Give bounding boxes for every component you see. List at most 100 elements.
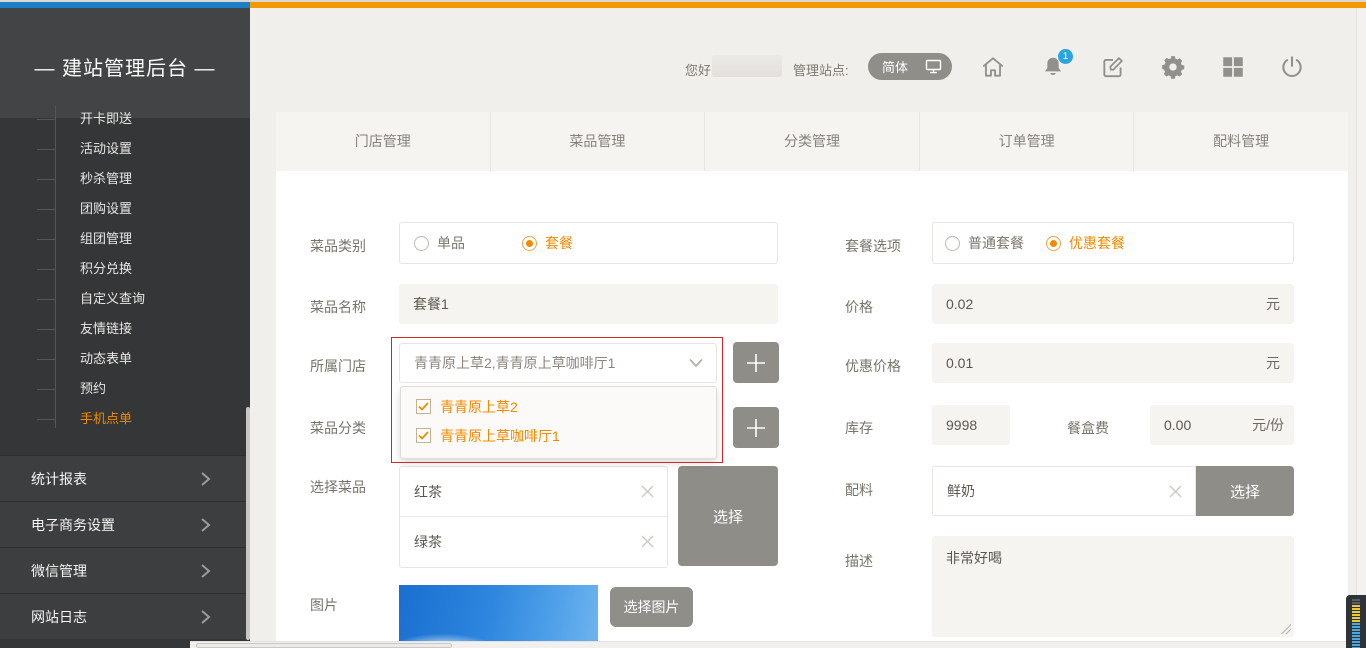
notifications-button[interactable]: 1 xyxy=(1040,54,1066,80)
radio-label: 优惠套餐 xyxy=(1069,233,1125,253)
discount-price-input[interactable]: 0.01元 xyxy=(932,343,1294,383)
radio-option[interactable]: 普通套餐 xyxy=(945,233,1024,253)
clear-icon[interactable] xyxy=(640,484,655,499)
sidebar-item[interactable]: 活动设置 xyxy=(0,134,250,164)
tab[interactable]: 门店管理 xyxy=(276,112,491,171)
select-dishes-button[interactable]: 选择 xyxy=(678,466,778,566)
sidebar-item[interactable]: 手机点单 xyxy=(0,404,250,434)
horizontal-scrollbar-thumb[interactable] xyxy=(196,643,452,648)
sidebar-section[interactable]: 统计报表 xyxy=(0,455,250,501)
sidebar-item[interactable]: 秒杀管理 xyxy=(0,164,250,194)
sidebar-sections: 统计报表 电子商务设置 微信管理 网站日志 xyxy=(0,455,250,639)
clear-icon[interactable] xyxy=(1168,484,1183,499)
field-label-description: 描述 xyxy=(845,551,873,571)
meter-segment xyxy=(1352,599,1360,601)
ingredient-input[interactable]: 鲜奶 xyxy=(932,466,1196,516)
sidebar-section[interactable]: 微信管理 xyxy=(0,547,250,593)
select-image-button[interactable]: 选择图片 xyxy=(610,587,693,627)
store-select[interactable]: 青青原上草2,青青原上草咖啡厅1 xyxy=(399,343,717,383)
radio-icon xyxy=(522,236,537,251)
logout-button[interactable] xyxy=(1279,54,1305,80)
dish-image-preview xyxy=(399,585,598,648)
tab[interactable]: 菜品管理 xyxy=(491,112,706,171)
home-icon xyxy=(980,54,1006,80)
add-classify-button[interactable] xyxy=(733,407,779,448)
checkbox-checked-icon xyxy=(416,428,431,443)
store-option-label: 青青原上草2 xyxy=(440,397,518,417)
dish-list: 红茶 绿茶 xyxy=(399,466,668,568)
monitor-icon xyxy=(925,59,942,74)
vertical-scrollbar[interactable] xyxy=(1356,8,1366,648)
app-window: — 建站管理后台 — 开卡即送 活动设置 秒杀管理 团购设置 组团管理 积分兑换… xyxy=(0,0,1366,648)
dish-value: 绿茶 xyxy=(414,534,442,550)
sidebar-item[interactable]: 积分兑换 xyxy=(0,254,250,284)
select-ingredient-button[interactable]: 选择 xyxy=(1196,466,1294,516)
sidebar-section[interactable]: 电子商务设置 xyxy=(0,501,250,547)
radio-option[interactable]: 优惠套餐 xyxy=(1046,233,1125,253)
resize-handle-icon[interactable] xyxy=(1281,624,1291,634)
plus-icon xyxy=(744,351,768,375)
add-store-button[interactable] xyxy=(733,342,779,383)
field-label-category: 菜品类别 xyxy=(310,236,366,256)
tab[interactable]: 订单管理 xyxy=(920,112,1135,171)
extension-meter-widget xyxy=(1346,595,1366,648)
sidebar-item[interactable]: 预约 xyxy=(0,374,250,404)
store-dropdown-panel: 青青原上草2 青青原上草咖啡厅1 xyxy=(400,386,717,459)
clear-icon[interactable] xyxy=(640,534,655,549)
boxfee-unit: 元/份 xyxy=(1252,405,1284,445)
plus-icon xyxy=(744,416,768,440)
home-button[interactable] xyxy=(980,54,1006,80)
edit-button[interactable] xyxy=(1100,54,1126,80)
sidebar-section-label: 网站日志 xyxy=(31,609,87,625)
sidebar-item[interactable]: 组团管理 xyxy=(0,224,250,254)
dish-row[interactable]: 绿茶 xyxy=(400,517,667,567)
sidebar-item[interactable]: 开卡即送 xyxy=(0,104,250,134)
radio-icon xyxy=(414,236,429,251)
language-switch-button[interactable]: 简体 xyxy=(868,53,952,80)
store-option[interactable]: 青青原上草咖啡厅1 xyxy=(401,421,716,450)
sidebar-item-label: 组团管理 xyxy=(80,231,132,246)
dish-row[interactable]: 红茶 xyxy=(400,467,667,517)
price-unit: 元 xyxy=(1266,284,1280,324)
tab-label: 配料管理 xyxy=(1213,133,1269,149)
field-label-combo: 套餐选项 xyxy=(845,236,901,256)
dish-name-input[interactable]: 套餐1 xyxy=(399,284,778,324)
price-input[interactable]: 0.02元 xyxy=(932,284,1294,324)
tab[interactable]: 分类管理 xyxy=(705,112,920,171)
sidebar-item[interactable]: 动态表单 xyxy=(0,344,250,374)
tab[interactable]: 配料管理 xyxy=(1134,112,1348,171)
field-label-discount: 优惠价格 xyxy=(845,356,901,376)
meter-segment xyxy=(1352,611,1360,613)
category-radio-group: 单品 套餐 xyxy=(399,222,778,264)
meter-segment xyxy=(1352,635,1360,637)
field-label-image: 图片 xyxy=(310,595,338,615)
sidebar-item[interactable]: 友情链接 xyxy=(0,314,250,344)
description-textarea[interactable]: 非常好喝 xyxy=(932,536,1294,637)
store-option[interactable]: 青青原上草2 xyxy=(401,392,716,421)
username-redacted xyxy=(712,55,782,77)
horizontal-scrollbar[interactable] xyxy=(190,641,1366,648)
sidebar-item[interactable]: 自定义查询 xyxy=(0,284,250,314)
combo-radio-group: 普通套餐 优惠套餐 xyxy=(932,222,1294,264)
radio-option[interactable]: 单品 xyxy=(414,233,465,253)
meter-segment xyxy=(1352,629,1360,631)
dish-name-value: 套餐1 xyxy=(413,296,449,312)
meter-segment xyxy=(1352,638,1360,640)
sidebar-section[interactable]: 网站日志 xyxy=(0,593,250,639)
sidebar: — 建站管理后台 — 开卡即送 活动设置 秒杀管理 团购设置 组团管理 积分兑换… xyxy=(0,8,250,648)
sidebar-item-label: 预约 xyxy=(80,381,106,396)
sidebar-item-label: 友情链接 xyxy=(80,321,132,336)
settings-button[interactable] xyxy=(1160,54,1186,80)
radio-label: 单品 xyxy=(437,233,465,253)
field-label-price: 价格 xyxy=(845,297,873,317)
apps-button[interactable] xyxy=(1220,54,1246,80)
boxfee-input[interactable]: 0.00 元/份 xyxy=(1150,405,1294,445)
radio-option[interactable]: 套餐 xyxy=(522,233,573,253)
meter-segment xyxy=(1352,617,1360,619)
language-label: 简体 xyxy=(882,57,908,76)
stock-input[interactable]: 9998 xyxy=(932,405,1010,445)
boxfee-value: 0.00 xyxy=(1164,417,1191,433)
ingredient-field: 鲜奶 选择 xyxy=(932,466,1294,516)
meter-segment xyxy=(1352,623,1360,625)
sidebar-item[interactable]: 团购设置 xyxy=(0,194,250,224)
